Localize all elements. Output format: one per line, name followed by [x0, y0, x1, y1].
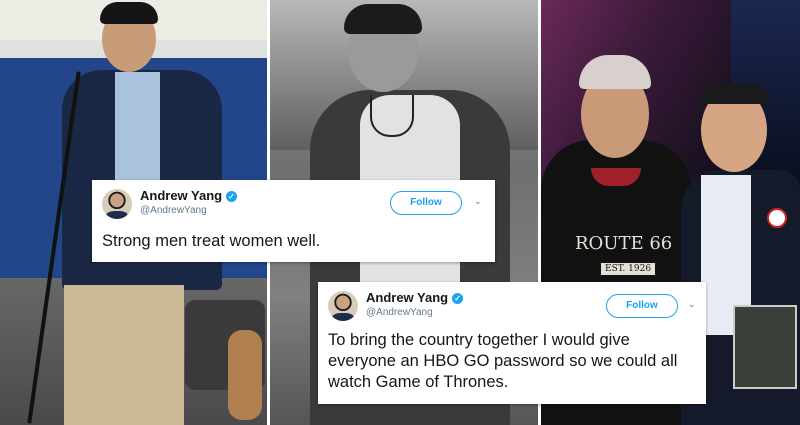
- cap: [579, 55, 651, 89]
- tweet-handle[interactable]: @AndrewYang: [140, 205, 207, 216]
- tweet-handle[interactable]: @AndrewYang: [366, 307, 433, 318]
- tweet-card: Andrew Yang ✓ @AndrewYang Follow ⌄ Strong…: [92, 180, 495, 262]
- avatar[interactable]: [102, 189, 132, 219]
- author-name[interactable]: Andrew Yang: [140, 188, 222, 203]
- speaker-shirt: [115, 72, 160, 192]
- tweet-card: Andrew Yang ✓ @AndrewYang Follow ⌄ To bri…: [318, 282, 706, 404]
- campaign-pin: [767, 208, 787, 228]
- hoodie-badge: EST. 1926: [601, 263, 656, 275]
- verified-badge-icon: ✓: [452, 293, 464, 304]
- follow-button[interactable]: Follow: [606, 294, 678, 318]
- tweet-text: Strong men treat women well.: [102, 232, 321, 250]
- guitar: [228, 330, 262, 420]
- hoodie-print: ROUTE 66: [575, 233, 673, 254]
- speaker-trousers: [64, 285, 184, 425]
- tweet-author[interactable]: Andrew Yang ✓: [140, 188, 238, 203]
- tweet-author[interactable]: Andrew Yang ✓: [366, 290, 464, 305]
- follow-button[interactable]: Follow: [390, 191, 462, 215]
- chevron-down-icon[interactable]: ⌄: [474, 196, 482, 207]
- author-name[interactable]: Andrew Yang: [366, 290, 448, 305]
- book: [733, 305, 797, 389]
- portrait-hair: [344, 4, 422, 34]
- speaker-hair: [100, 2, 158, 24]
- verified-badge-icon: ✓: [226, 191, 238, 202]
- chevron-down-icon[interactable]: ⌄: [688, 299, 696, 310]
- older-man-hair: [699, 84, 769, 104]
- avatar[interactable]: [328, 291, 358, 321]
- tweet-text: To bring the country together I would gi…: [328, 331, 678, 391]
- necklace: [370, 95, 414, 137]
